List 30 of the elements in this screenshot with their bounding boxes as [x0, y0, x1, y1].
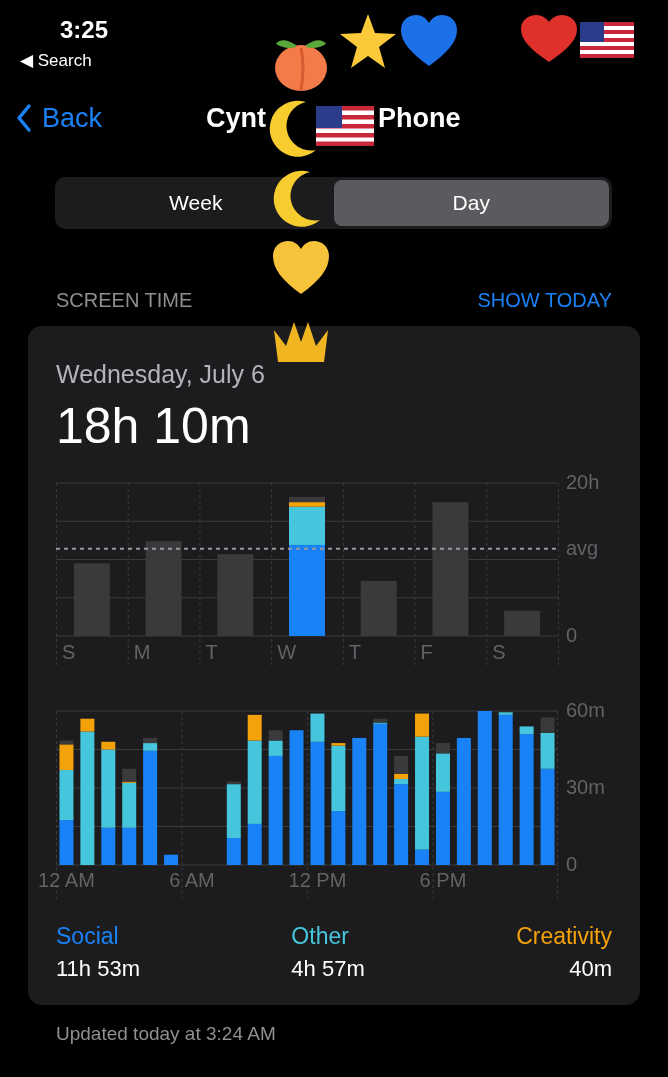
axis-label: 12 AM	[38, 869, 95, 891]
day-label: S	[492, 641, 506, 663]
axis-label: 0	[566, 624, 578, 646]
axis-label: avg	[566, 536, 599, 559]
day-label: S	[62, 641, 76, 663]
category-name: Creativity	[516, 923, 612, 950]
status-time: 3:25	[60, 16, 109, 44]
category-name: Social	[56, 923, 120, 950]
category-time: 4h 57m	[291, 956, 365, 982]
total-time: 18h 10m	[56, 397, 251, 455]
axis-label: 30m	[566, 776, 605, 798]
day-label: W	[277, 641, 297, 663]
updated-note: Updated today at 3:24 AM	[56, 1023, 277, 1045]
axis-label: 20h	[566, 471, 600, 493]
axis-label: 6 PM	[419, 869, 467, 891]
axis-label: 60m	[566, 699, 605, 721]
day-label: M	[133, 641, 151, 663]
category-name: Other	[291, 923, 350, 950]
category-time: 40m	[569, 956, 612, 982]
date-label: Wednesday, July 6	[56, 360, 265, 389]
axis-label: 12 PM	[288, 869, 347, 891]
day-label: T	[348, 641, 362, 663]
day-label: T	[205, 641, 218, 663]
category-time: 11h 53m	[56, 956, 140, 982]
day-label: F	[420, 641, 433, 663]
section-title: SCREEN TIME	[56, 289, 193, 312]
axis-label: 6 AM	[169, 869, 215, 891]
axis-label: 0	[566, 853, 578, 875]
page-title: Cynt	[206, 102, 266, 134]
page-title: Phone	[378, 102, 461, 134]
